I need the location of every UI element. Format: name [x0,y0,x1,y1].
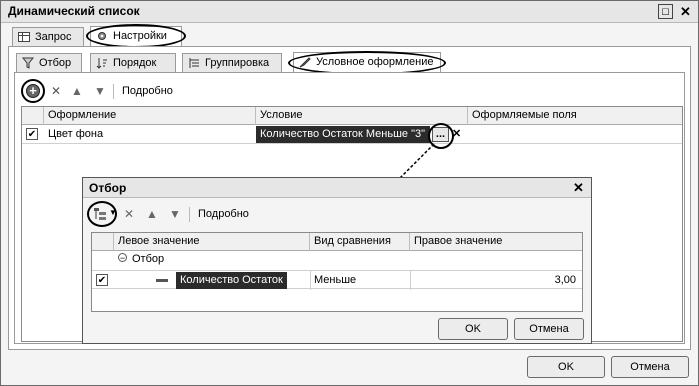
table-icon [18,32,30,42]
filter-column-header-check [92,233,114,251]
move-up-icon[interactable]: ▲ [69,83,85,99]
close-icon[interactable]: ✕ [678,4,693,19]
filter-dialog-close-icon[interactable]: ✕ [573,180,584,196]
dialog-toolbar-separator [189,207,190,222]
filter-column-header-left: Левое значение [114,233,310,251]
filter-dialog: Отбор ✕ ▼ ✕ ▲ ▼ Подробно Левое значение … [82,177,592,344]
dialog-delete-icon[interactable]: ✕ [121,206,137,222]
toolbar-separator [113,84,114,99]
comparison-cell[interactable]: Меньше [314,274,356,286]
tab-grouping[interactable]: Группировка [182,53,282,73]
filter-row-checkbox[interactable]: ✔ [96,274,108,286]
left-value-cell[interactable]: Количество Остаток [176,272,287,289]
row-checkbox[interactable]: ✔ [26,128,38,140]
cancel-button[interactable]: Отмена [611,356,689,378]
tab-grouping-label: Группировка [205,57,270,69]
column-header-fields: Оформляемые поля [472,109,577,121]
table-row[interactable]: ✔ Цвет фона Количество Остаток Меньше "3… [22,125,682,144]
move-down-icon[interactable]: ▼ [92,83,108,99]
tab-order-label: Порядок [113,57,157,69]
dialog-details-button[interactable]: Подробно [198,208,249,220]
filter-grid-header: Левое значение Вид сравнения Правое знач… [92,233,582,251]
filter-dialog-title: Отбор [89,181,127,195]
filter-grid: Левое значение Вид сравнения Правое знач… [91,232,583,312]
tab-filter-label: Отбор [39,57,72,69]
delete-icon[interactable]: ✕ [48,83,64,99]
filter-column-header-right: Правое значение [414,235,503,247]
filter-cancel-button[interactable]: Отмена [514,318,584,340]
filter-column-header-comparison: Вид сравнения [310,233,410,251]
highlight-oval-add-condition [87,201,117,227]
tab-filter[interactable]: Отбор [16,53,82,73]
highlight-oval-settings [86,24,186,48]
right-value-cell[interactable]: 3,00 [414,274,576,286]
filter-group-label: Отбор [132,253,165,265]
cell-divider [410,271,411,290]
grouping-icon [189,58,199,68]
cell-divider [310,271,311,290]
tab-query[interactable]: Запрос [12,27,84,47]
highlight-oval-add [21,79,45,103]
maximize-icon[interactable]: ☐ [658,4,673,19]
window-title: Динамический список [8,4,140,18]
filter-group-row[interactable]: − Отбор [92,251,582,270]
column-header-condition: Условие [256,107,468,125]
column-header-check [22,107,44,125]
dialog-move-up-icon[interactable]: ▲ [144,206,160,222]
ok-button[interactable]: OK [527,356,605,378]
tab-query-label: Запрос [35,31,72,43]
details-button[interactable]: Подробно [122,85,173,97]
filter-item-row[interactable]: ✔ Количество Остаток Меньше 3,00 [92,270,582,290]
collapse-icon[interactable]: − [118,253,127,263]
filter-ok-button[interactable]: OK [438,318,508,340]
sort-icon [96,58,107,69]
tab-order[interactable]: Порядок [90,53,176,73]
filter-dialog-titlebar [83,178,591,198]
column-header-appearance: Оформление [44,107,256,125]
grid-header: Оформление Условие Оформляемые поля [22,107,682,125]
appearance-cell: Цвет фона [48,128,104,140]
dialog-move-down-icon[interactable]: ▼ [167,206,183,222]
condition-item-icon [156,279,168,282]
funnel-icon [22,57,34,69]
